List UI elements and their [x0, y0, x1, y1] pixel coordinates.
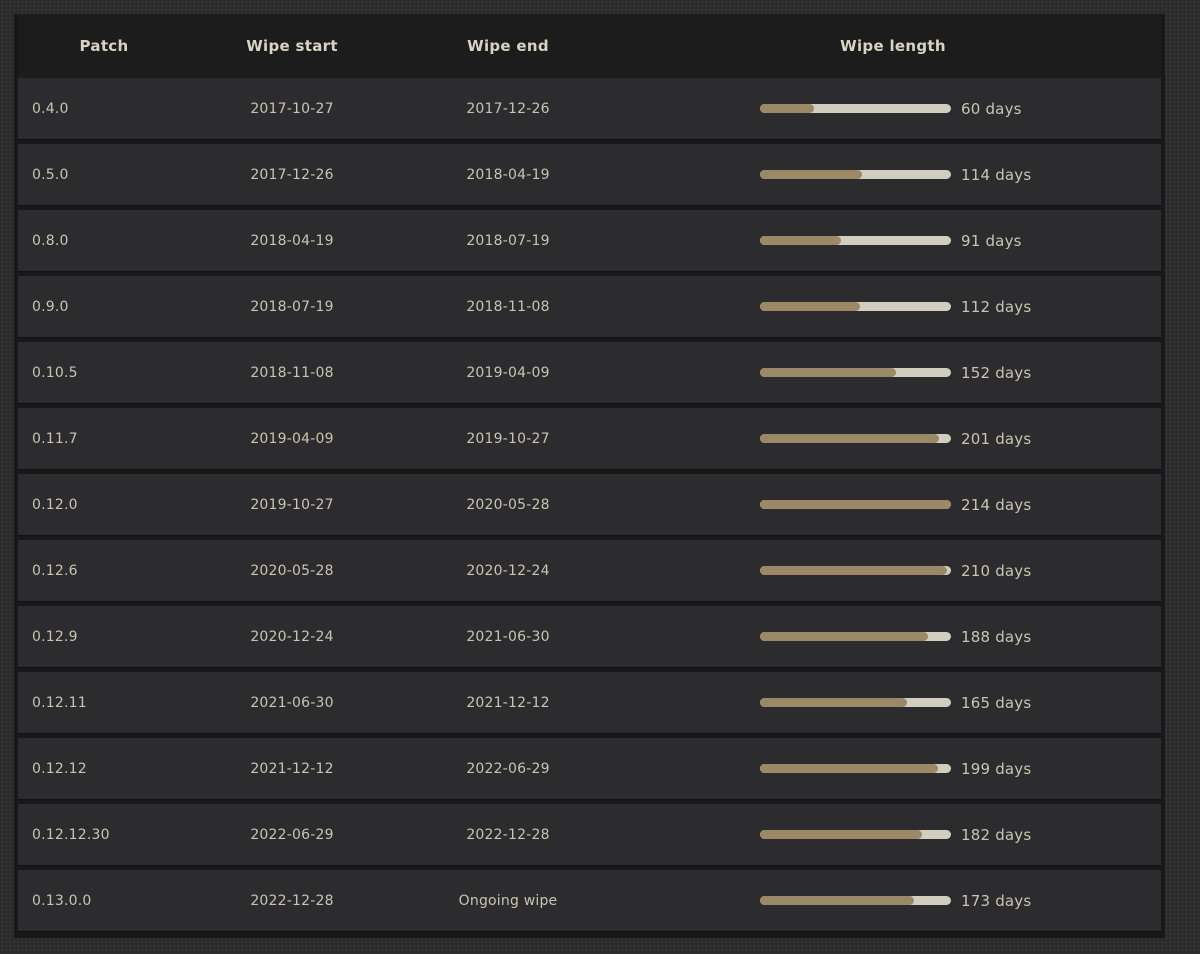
wipe-length-bar: [760, 698, 951, 707]
wipe-start-date: 2019-04-09: [250, 431, 334, 447]
wipe-length-days: 112 days: [961, 298, 1032, 316]
table-row: 0.8.0 2018-04-19 2018-07-19 91 days: [18, 210, 1161, 272]
table-row: 0.9.0 2018-07-19 2018-11-08 112 days: [18, 276, 1161, 338]
wipe-length-bar-fill: [760, 434, 940, 443]
wipe-length-days: 114 days: [961, 166, 1032, 184]
wipe-history-table: Patch Wipe start Wipe end Wipe length 0.…: [14, 14, 1165, 938]
wipe-end-date: 2018-07-19: [466, 233, 550, 249]
wipe-length-days: 188 days: [961, 628, 1032, 646]
wipe-length-days: 182 days: [961, 826, 1032, 844]
wipe-end-date: 2022-06-29: [466, 761, 550, 777]
table-row: 0.13.0.0 2022-12-28 Ongoing wipe 173 days: [18, 870, 1161, 932]
column-header-wipe-end[interactable]: Wipe end: [448, 14, 568, 78]
wipe-length-bar: [760, 896, 951, 905]
patch-version: 0.12.6: [32, 563, 78, 579]
wipe-end-date: 2020-12-24: [466, 563, 550, 579]
table-row: 0.10.5 2018-11-08 2019-04-09 152 days: [18, 342, 1161, 404]
wipe-end-date: 2020-05-28: [466, 497, 550, 513]
column-header-wipe-length[interactable]: Wipe length: [808, 14, 978, 78]
table-row: 0.12.6 2020-05-28 2020-12-24 210 days: [18, 540, 1161, 602]
patch-version: 0.8.0: [32, 233, 69, 249]
wipe-length-bar-fill: [760, 104, 814, 113]
wipe-start-date: 2019-10-27: [250, 497, 334, 513]
wipe-length-days: 152 days: [961, 364, 1032, 382]
table-row: 0.12.12.30 2022-06-29 2022-12-28 182 days: [18, 804, 1161, 866]
table-body: 0.4.0 2017-10-27 2017-12-26 60 days 0.5.0 201…: [18, 78, 1161, 936]
wipe-start-date: 2021-12-12: [250, 761, 334, 777]
wipe-length-days: 60 days: [961, 100, 1022, 118]
wipe-end-date: 2022-12-28: [466, 827, 550, 843]
table-row: 0.12.0 2019-10-27 2020-05-28 214 days: [18, 474, 1161, 536]
patch-version: 0.12.0: [32, 497, 78, 513]
table-row: 0.12.12 2021-12-12 2022-06-29 199 days: [18, 738, 1161, 800]
wipe-length-days: 91 days: [961, 232, 1022, 250]
wipe-end-date: 2019-10-27: [466, 431, 550, 447]
wipe-length-bar: [760, 566, 951, 575]
wipe-length-bar-fill: [760, 170, 862, 179]
wipe-start-date: 2020-12-24: [250, 629, 334, 645]
wipe-length-bar: [760, 632, 951, 641]
wipe-length-bar: [760, 104, 951, 113]
wipe-length-days: 214 days: [961, 496, 1032, 514]
wipe-end-date: Ongoing wipe: [458, 893, 558, 909]
wipe-length-days: 173 days: [961, 892, 1032, 910]
wipe-end-date: 2018-04-19: [466, 167, 550, 183]
wipe-length-bar-fill: [760, 302, 860, 311]
wipe-length-bar-fill: [760, 632, 928, 641]
wipe-length-bar: [760, 434, 951, 443]
wipe-length-bar-fill: [760, 896, 915, 905]
patch-version: 0.5.0: [32, 167, 69, 183]
patch-version: 0.10.5: [32, 365, 78, 381]
wipe-start-date: 2018-04-19: [250, 233, 334, 249]
wipe-start-date: 2022-12-28: [250, 893, 334, 909]
wipe-length-bar-fill: [760, 830, 923, 839]
table-row: 0.12.11 2021-06-30 2021-12-12 165 days: [18, 672, 1161, 734]
patch-version: 0.12.9: [32, 629, 78, 645]
patch-version: 0.4.0: [32, 101, 69, 117]
wipe-length-days: 165 days: [961, 694, 1032, 712]
wipe-length-days: 199 days: [961, 760, 1032, 778]
wipe-length-bar: [760, 368, 951, 377]
wipe-length-bar-fill: [760, 698, 908, 707]
wipe-length-bar: [760, 500, 951, 509]
table-row: 0.5.0 2017-12-26 2018-04-19 114 days: [18, 144, 1161, 206]
wipe-start-date: 2017-12-26: [250, 167, 334, 183]
wipe-end-date: 2019-04-09: [466, 365, 550, 381]
table-row: 0.12.9 2020-12-24 2021-06-30 188 days: [18, 606, 1161, 668]
wipe-start-date: 2022-06-29: [250, 827, 334, 843]
patch-version: 0.12.12.30: [32, 827, 110, 843]
wipe-length-bar-fill: [760, 500, 951, 509]
wipe-length-bar-fill: [760, 368, 896, 377]
wipe-length-bar: [760, 764, 951, 773]
wipe-start-date: 2017-10-27: [250, 101, 334, 117]
patch-version: 0.9.0: [32, 299, 69, 315]
patch-version: 0.11.7: [32, 431, 78, 447]
table-row: 0.11.7 2019-04-09 2019-10-27 201 days: [18, 408, 1161, 470]
wipe-length-days: 201 days: [961, 430, 1032, 448]
patch-version: 0.12.11: [32, 695, 87, 711]
wipe-start-date: 2021-06-30: [250, 695, 334, 711]
wipe-end-date: 2021-06-30: [466, 629, 550, 645]
wipe-end-date: 2021-12-12: [466, 695, 550, 711]
wipe-length-bar: [760, 302, 951, 311]
wipe-start-date: 2020-05-28: [250, 563, 334, 579]
wipe-end-date: 2017-12-26: [466, 101, 550, 117]
table-row: 0.4.0 2017-10-27 2017-12-26 60 days: [18, 78, 1161, 140]
patch-version: 0.12.12: [32, 761, 87, 777]
column-header-wipe-start[interactable]: Wipe start: [232, 14, 352, 78]
wipe-length-bar: [760, 170, 951, 179]
table-header: Patch Wipe start Wipe end Wipe length: [18, 14, 1161, 78]
wipe-length-bar-fill: [760, 764, 938, 773]
wipe-length-bar: [760, 236, 951, 245]
wipe-length-days: 210 days: [961, 562, 1032, 580]
wipe-length-bar-fill: [760, 236, 842, 245]
patch-version: 0.13.0.0: [32, 893, 92, 909]
wipe-length-bar-fill: [760, 566, 948, 575]
wipe-start-date: 2018-07-19: [250, 299, 334, 315]
wipe-end-date: 2018-11-08: [466, 299, 550, 315]
wipe-length-bar: [760, 830, 951, 839]
wipe-start-date: 2018-11-08: [250, 365, 334, 381]
column-header-patch[interactable]: Patch: [44, 14, 164, 78]
